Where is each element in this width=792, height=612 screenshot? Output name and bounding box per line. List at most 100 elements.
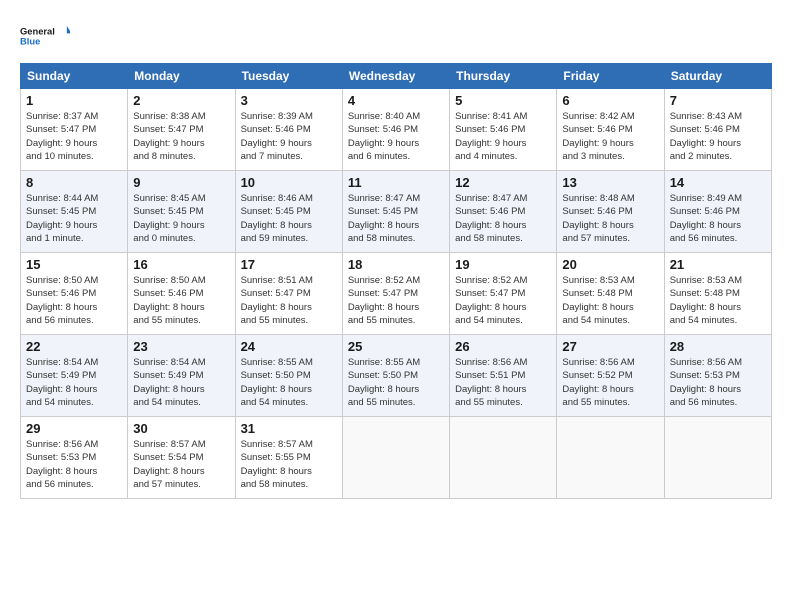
day-info: Sunrise: 8:56 AM Sunset: 5:52 PM Dayligh… — [562, 356, 658, 409]
day-number: 5 — [455, 93, 551, 108]
day-info: Sunrise: 8:39 AM Sunset: 5:46 PM Dayligh… — [241, 110, 337, 163]
day-cell: 1Sunrise: 8:37 AM Sunset: 5:47 PM Daylig… — [21, 89, 128, 171]
day-cell: 13 Sunrise: 8:48 AM Sunset: 5:46 PM Dayli… — [557, 171, 664, 253]
day-info: Sunrise: 8:49 AM Sunset: 5:46 PM Dayligh… — [670, 192, 766, 245]
day-info: Sunrise: 8:57 AM Sunset: 5:55 PM Dayligh… — [241, 438, 337, 491]
day-number: 13 — [562, 175, 658, 190]
week-row-2: 8 Sunrise: 8:44 AM Sunset: 5:45 PM Daylig… — [21, 171, 772, 253]
day-number: 7 — [670, 93, 766, 108]
day-number: 18 — [348, 257, 444, 272]
day-cell: 20Sunrise: 8:53 AM Sunset: 5:48 PM Dayli… — [557, 253, 664, 335]
day-info: Sunrise: 8:53 AM Sunset: 5:48 PM Dayligh… — [670, 274, 766, 327]
day-info: Sunrise: 8:50 AM Sunset: 5:46 PM Dayligh… — [26, 274, 122, 327]
day-cell: 15 Sunrise: 8:50 AM Sunset: 5:46 PM Dayli… — [21, 253, 128, 335]
day-cell: 19Sunrise: 8:52 AM Sunset: 5:47 PM Dayli… — [450, 253, 557, 335]
day-number: 22 — [26, 339, 122, 354]
day-cell: 23Sunrise: 8:54 AM Sunset: 5:49 PM Dayli… — [128, 335, 235, 417]
logo-svg: General Blue — [20, 18, 70, 53]
day-number: 14 — [670, 175, 766, 190]
day-number: 31 — [241, 421, 337, 436]
page-header: General Blue — [20, 18, 772, 53]
day-info: Sunrise: 8:45 AM Sunset: 5:45 PM Dayligh… — [133, 192, 229, 245]
day-number: 12 — [455, 175, 551, 190]
day-number: 10 — [241, 175, 337, 190]
weekday-friday: Friday — [557, 64, 664, 89]
day-info: Sunrise: 8:41 AM Sunset: 5:46 PM Dayligh… — [455, 110, 551, 163]
day-info: Sunrise: 8:40 AM Sunset: 5:46 PM Dayligh… — [348, 110, 444, 163]
day-cell: 12 Sunrise: 8:47 AM Sunset: 5:46 PM Dayli… — [450, 171, 557, 253]
day-number: 4 — [348, 93, 444, 108]
week-row-1: 1Sunrise: 8:37 AM Sunset: 5:47 PM Daylig… — [21, 89, 772, 171]
day-number: 21 — [670, 257, 766, 272]
day-info: Sunrise: 8:52 AM Sunset: 5:47 PM Dayligh… — [348, 274, 444, 327]
day-info: Sunrise: 8:47 AM Sunset: 5:46 PM Dayligh… — [455, 192, 551, 245]
day-cell: 17 Sunrise: 8:51 AM Sunset: 5:47 PM Dayli… — [235, 253, 342, 335]
day-number: 25 — [348, 339, 444, 354]
day-cell: 6 Sunrise: 8:42 AM Sunset: 5:46 PM Daylig… — [557, 89, 664, 171]
day-cell: 5 Sunrise: 8:41 AM Sunset: 5:46 PM Daylig… — [450, 89, 557, 171]
day-info: Sunrise: 8:54 AM Sunset: 5:49 PM Dayligh… — [26, 356, 122, 409]
day-number: 3 — [241, 93, 337, 108]
day-cell: 24Sunrise: 8:55 AM Sunset: 5:50 PM Dayli… — [235, 335, 342, 417]
day-info: Sunrise: 8:42 AM Sunset: 5:46 PM Dayligh… — [562, 110, 658, 163]
day-info: Sunrise: 8:56 AM Sunset: 5:51 PM Dayligh… — [455, 356, 551, 409]
weekday-thursday: Thursday — [450, 64, 557, 89]
day-cell: 26Sunrise: 8:56 AM Sunset: 5:51 PM Dayli… — [450, 335, 557, 417]
day-info: Sunrise: 8:55 AM Sunset: 5:50 PM Dayligh… — [348, 356, 444, 409]
day-cell: 30 Sunrise: 8:57 AM Sunset: 5:54 PM Dayli… — [128, 417, 235, 499]
weekday-wednesday: Wednesday — [342, 64, 449, 89]
day-cell: 25 Sunrise: 8:55 AM Sunset: 5:50 PM Dayli… — [342, 335, 449, 417]
day-cell: 9 Sunrise: 8:45 AM Sunset: 5:45 PM Daylig… — [128, 171, 235, 253]
day-cell — [450, 417, 557, 499]
logo: General Blue — [20, 18, 70, 53]
day-cell — [557, 417, 664, 499]
day-cell: 27 Sunrise: 8:56 AM Sunset: 5:52 PM Dayli… — [557, 335, 664, 417]
day-number: 17 — [241, 257, 337, 272]
week-row-4: 22 Sunrise: 8:54 AM Sunset: 5:49 PM Dayli… — [21, 335, 772, 417]
day-cell: 2Sunrise: 8:38 AM Sunset: 5:47 PM Daylig… — [128, 89, 235, 171]
day-number: 11 — [348, 175, 444, 190]
day-info: Sunrise: 8:50 AM Sunset: 5:46 PM Dayligh… — [133, 274, 229, 327]
weekday-header-row: SundayMondayTuesdayWednesdayThursdayFrid… — [21, 64, 772, 89]
day-info: Sunrise: 8:51 AM Sunset: 5:47 PM Dayligh… — [241, 274, 337, 327]
day-info: Sunrise: 8:43 AM Sunset: 5:46 PM Dayligh… — [670, 110, 766, 163]
day-cell: 21 Sunrise: 8:53 AM Sunset: 5:48 PM Dayli… — [664, 253, 771, 335]
day-cell — [342, 417, 449, 499]
day-info: Sunrise: 8:37 AM Sunset: 5:47 PM Dayligh… — [26, 110, 122, 163]
day-number: 30 — [133, 421, 229, 436]
day-cell: 8 Sunrise: 8:44 AM Sunset: 5:45 PM Daylig… — [21, 171, 128, 253]
day-number: 9 — [133, 175, 229, 190]
weekday-sunday: Sunday — [21, 64, 128, 89]
day-cell: 4 Sunrise: 8:40 AM Sunset: 5:46 PM Daylig… — [342, 89, 449, 171]
day-info: Sunrise: 8:55 AM Sunset: 5:50 PM Dayligh… — [241, 356, 337, 409]
day-number: 29 — [26, 421, 122, 436]
day-cell: 31 Sunrise: 8:57 AM Sunset: 5:55 PM Dayli… — [235, 417, 342, 499]
day-info: Sunrise: 8:54 AM Sunset: 5:49 PM Dayligh… — [133, 356, 229, 409]
day-info: Sunrise: 8:56 AM Sunset: 5:53 PM Dayligh… — [670, 356, 766, 409]
day-cell: 29 Sunrise: 8:56 AM Sunset: 5:53 PM Dayli… — [21, 417, 128, 499]
svg-text:General: General — [20, 27, 55, 37]
day-info: Sunrise: 8:46 AM Sunset: 5:45 PM Dayligh… — [241, 192, 337, 245]
weekday-monday: Monday — [128, 64, 235, 89]
day-cell: 11 Sunrise: 8:47 AM Sunset: 5:45 PM Dayli… — [342, 171, 449, 253]
day-number: 19 — [455, 257, 551, 272]
day-number: 6 — [562, 93, 658, 108]
day-info: Sunrise: 8:44 AM Sunset: 5:45 PM Dayligh… — [26, 192, 122, 245]
day-number: 27 — [562, 339, 658, 354]
day-info: Sunrise: 8:56 AM Sunset: 5:53 PM Dayligh… — [26, 438, 122, 491]
day-number: 2 — [133, 93, 229, 108]
day-info: Sunrise: 8:53 AM Sunset: 5:48 PM Dayligh… — [562, 274, 658, 327]
weekday-tuesday: Tuesday — [235, 64, 342, 89]
day-cell — [664, 417, 771, 499]
calendar-table: SundayMondayTuesdayWednesdayThursdayFrid… — [20, 63, 772, 499]
day-info: Sunrise: 8:47 AM Sunset: 5:45 PM Dayligh… — [348, 192, 444, 245]
day-cell: 16Sunrise: 8:50 AM Sunset: 5:46 PM Dayli… — [128, 253, 235, 335]
day-info: Sunrise: 8:48 AM Sunset: 5:46 PM Dayligh… — [562, 192, 658, 245]
day-cell: 10 Sunrise: 8:46 AM Sunset: 5:45 PM Dayli… — [235, 171, 342, 253]
day-cell: 18 Sunrise: 8:52 AM Sunset: 5:47 PM Dayli… — [342, 253, 449, 335]
calendar-page: General Blue SundayMondayTuesdayWednesda… — [0, 0, 792, 612]
day-number: 8 — [26, 175, 122, 190]
day-info: Sunrise: 8:57 AM Sunset: 5:54 PM Dayligh… — [133, 438, 229, 491]
svg-text:Blue: Blue — [20, 37, 40, 47]
day-number: 15 — [26, 257, 122, 272]
